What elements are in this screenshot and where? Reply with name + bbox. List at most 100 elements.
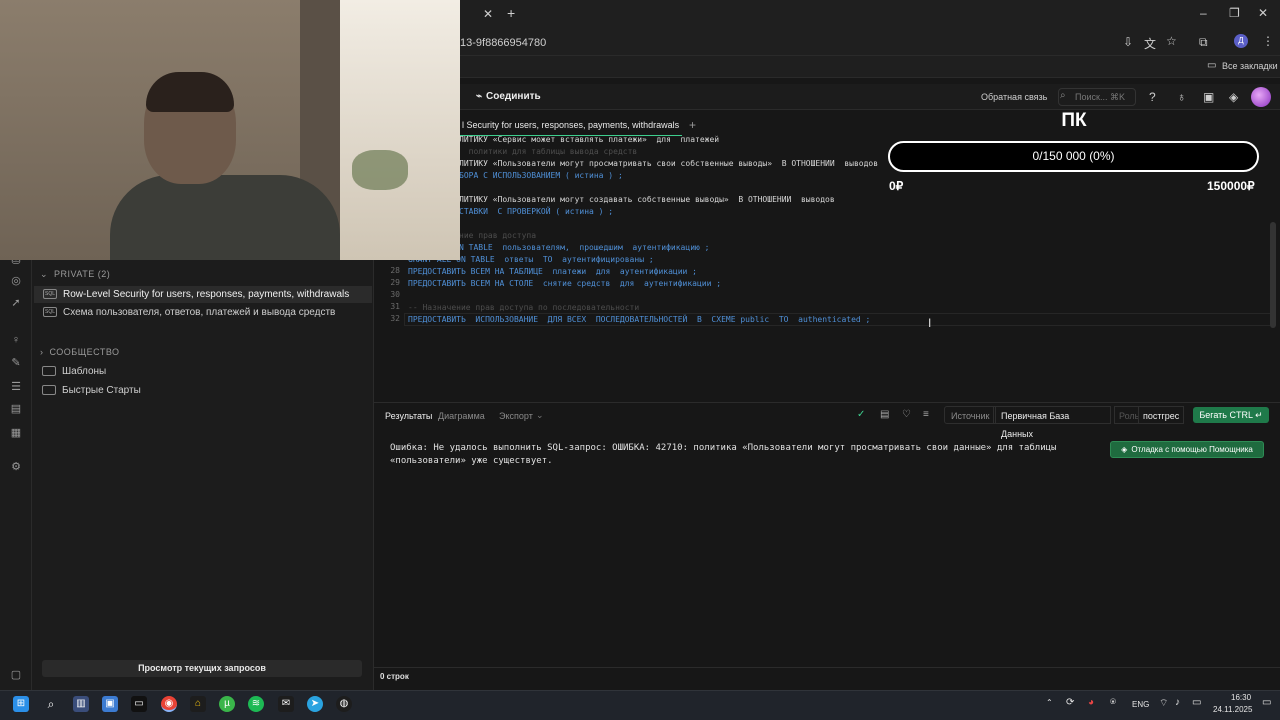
error-message: Ошибка: Не удалось выполнить SQL-запрос:… <box>390 443 1057 466</box>
integrations-icon[interactable]: ▦ <box>9 426 23 440</box>
extensions-icon[interactable]: ⧉ <box>1199 35 1208 50</box>
line-number: 28 <box>390 266 400 275</box>
window-close-icon[interactable]: ✕ <box>1258 6 1268 20</box>
add-tab-icon[interactable]: + <box>689 118 696 132</box>
code-line: СТАВКИ С ПРОВЕРКОЙ ( истина ) ; <box>459 206 613 218</box>
text-cursor-icon: I <box>928 316 932 330</box>
chevron-down-icon: ⌄ <box>40 269 49 279</box>
goal-progress-bar: 0/150 000 (0%) <box>888 141 1259 172</box>
tab-export[interactable]: Экспорт <box>499 411 533 421</box>
favorite-icon[interactable]: ♡ <box>902 409 911 420</box>
help-icon[interactable]: ? <box>1149 90 1156 104</box>
winrar-icon[interactable]: ⌂ <box>190 696 206 712</box>
diamond-icon[interactable]: ◈ <box>1229 90 1238 104</box>
battery-icon[interactable]: ▭ <box>1192 697 1201 708</box>
explorer-community-item[interactable]: Шаблоны <box>42 363 106 380</box>
bulb-icon[interactable]: ♁ <box>1177 90 1186 104</box>
telescope-icon[interactable]: ✎ <box>9 356 23 370</box>
advisor-icon[interactable]: ♀ <box>9 334 23 348</box>
line-number: 31 <box>390 302 400 311</box>
debug-with-assistant-button[interactable]: ◈ Отладка с помощью Помощника <box>1110 441 1264 458</box>
code-text: БОРА С ИСПОЛЬЗОВАНИЕМ ( истина ) ; <box>459 171 623 180</box>
code-line: N TABLE пользователям, прошедшим аутенти… <box>459 242 709 254</box>
all-bookmarks[interactable]: Все закладки <box>1222 61 1278 71</box>
sql-file-icon: SQL <box>43 307 57 318</box>
wifi-icon[interactable]: ⌔ <box>1159 697 1168 710</box>
photos-icon[interactable]: ▣ <box>102 696 118 712</box>
tray-app-icon[interactable]: ◕ <box>1088 697 1094 708</box>
star-icon[interactable]: ☆ <box>1166 34 1177 48</box>
utorrent-icon[interactable]: µ <box>219 696 235 712</box>
profile-avatar[interactable]: Д <box>1234 34 1248 48</box>
volume-icon[interactable]: ♪ <box>1175 697 1180 708</box>
connect-button[interactable]: ⌁ Соединить <box>466 88 551 106</box>
taskview-icon[interactable]: ▥ <box>73 696 89 712</box>
code-line: ПРЕДОСТАВИТЬ ВСЕМ НА СТОЛЕ снятие средст… <box>408 279 722 288</box>
close-tab-icon[interactable]: ✕ <box>483 7 493 21</box>
function-icon[interactable]: ➚ <box>9 296 23 310</box>
webcam-feed <box>0 0 460 260</box>
row-count: 0 строк <box>380 672 409 681</box>
app-icon[interactable]: ✉ <box>278 696 294 712</box>
telegram-icon[interactable]: ➤ <box>307 696 323 712</box>
new-tab-icon[interactable]: + <box>507 5 515 21</box>
maximize-icon[interactable]: ❐ <box>1229 6 1240 20</box>
query-item-label: Схема пользователя, ответов, платежей и … <box>63 307 336 318</box>
windows-start-icon[interactable]: ⊞ <box>13 696 29 712</box>
chrome-icon[interactable]: ◉ <box>161 696 177 712</box>
view-running-queries-button[interactable]: Просмотр текущих запросов <box>42 660 362 677</box>
check-icon[interactable]: ✓ <box>857 409 865 420</box>
search-input[interactable]: Поиск... ⌘K <box>1058 88 1136 106</box>
code-line: ние прав доступа <box>459 230 536 242</box>
menu-icon[interactable]: ⋮ <box>1262 34 1274 48</box>
run-button[interactable]: Бегать CTRL ↵ <box>1193 407 1269 423</box>
terminal-icon[interactable]: ▭ <box>131 696 147 712</box>
role-select[interactable]: постгрес <box>1138 406 1185 424</box>
install-icon[interactable]: ⇩ <box>1123 35 1133 49</box>
search-shortcut: ⌘K <box>1109 92 1125 102</box>
sync-icon[interactable]: ⟳ <box>1066 697 1074 708</box>
logs-icon[interactable]: ☰ <box>9 380 23 394</box>
code-line: ЛИТИКУ «Пользователи могут просматривать… <box>459 158 878 170</box>
feedback-button[interactable]: Обратная связь <box>981 92 1047 102</box>
tray-chevron-icon[interactable]: ⌃ <box>1046 698 1053 707</box>
list-icon[interactable]: ≡ <box>923 409 929 420</box>
chevron-right-icon: › <box>40 347 44 357</box>
minimize-icon[interactable]: – <box>1200 6 1207 20</box>
code-comment: политики для таблицы вывода средств <box>459 147 638 156</box>
community-section-title[interactable]: › СООБЩЕСТВО <box>40 347 120 357</box>
format-icon[interactable]: ▤ <box>880 409 889 420</box>
collapse-icon[interactable]: ▢ <box>9 668 23 682</box>
goal-min-label: 0₽ <box>889 179 904 193</box>
settings-icon[interactable]: ⚙ <box>9 460 23 474</box>
plant <box>352 150 408 190</box>
explorer-query-item[interactable]: SQL Схема пользователя, ответов, платежей… <box>34 304 372 321</box>
terminal-icon[interactable]: ▣ <box>1203 90 1214 104</box>
code-line: политики для таблицы вывода средств <box>459 146 638 158</box>
spotify-icon[interactable]: ≋ <box>248 696 264 712</box>
community-item-label: Шаблоны <box>62 366 107 377</box>
database-select[interactable]: Первичная База Данных <box>993 406 1111 439</box>
goal-progress-text: 0/150 000 (0%) <box>1032 149 1115 163</box>
explorer-query-item[interactable]: SQL Row-Level Security for users, respons… <box>34 286 372 303</box>
storage-icon[interactable]: ◎ <box>9 274 23 288</box>
code-text: ЛИТИКУ «Сервис может вставлять платежи» … <box>459 135 720 144</box>
mic-icon[interactable]: ⍟ <box>1110 697 1116 708</box>
docs-icon[interactable]: ▤ <box>9 402 23 416</box>
code-line: ПРЕДОСТАВИТЬ ВСЕМ НА ТАБЛИЦЕ платежи для… <box>408 267 697 276</box>
explorer-community-item[interactable]: Быстрые Старты <box>42 382 141 399</box>
url-text[interactable]: 13-9f8866954780 <box>460 37 546 49</box>
code-line: ПРЕДОСТАВИТЬ ИСПОЛЬЗОВАНИЕ ДЛЯ ВСЕХ ПОСЛ… <box>408 315 871 324</box>
obs-icon[interactable]: ◍ <box>336 696 352 712</box>
translate-icon[interactable]: 文 <box>1144 35 1156 52</box>
search-icon[interactable]: ⌕ <box>43 696 59 712</box>
clock-time[interactable]: 16:30 <box>1231 693 1251 702</box>
user-avatar[interactable] <box>1251 87 1271 107</box>
clock-date[interactable]: 24.11.2025 <box>1213 705 1252 714</box>
private-section-title[interactable]: ⌄ PRIVATE (2) <box>40 269 110 280</box>
tab-results[interactable]: Результаты <box>385 411 432 421</box>
language-indicator[interactable]: ENG <box>1132 700 1149 709</box>
editor-scrollbar[interactable] <box>1270 222 1276 328</box>
tab-chart[interactable]: Диаграмма <box>438 411 485 421</box>
notifications-icon[interactable]: ▭ <box>1262 697 1271 708</box>
